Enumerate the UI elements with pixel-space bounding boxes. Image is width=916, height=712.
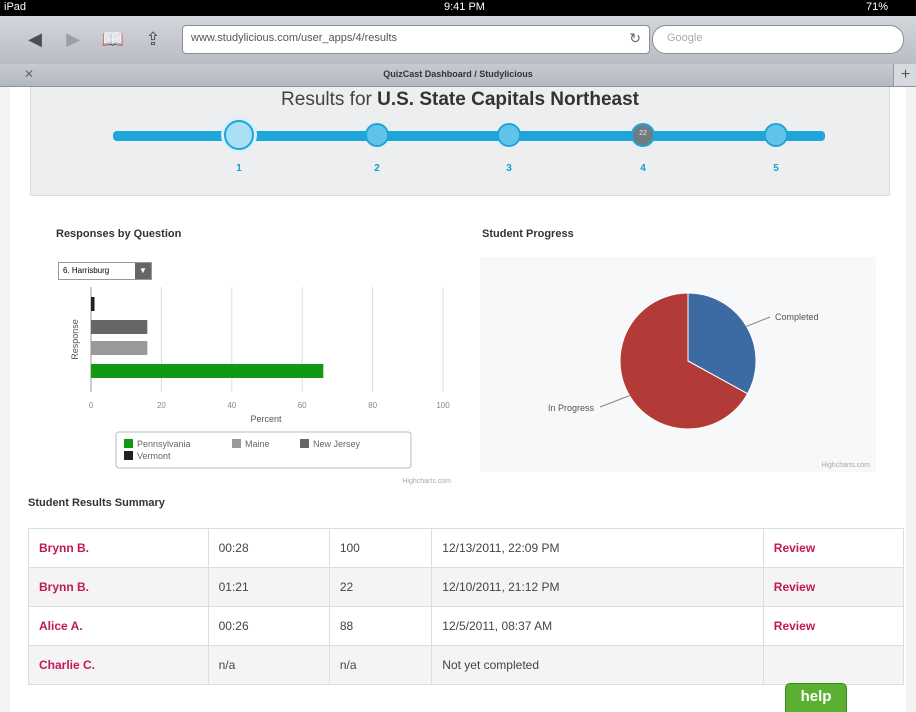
back-icon[interactable]: ◀ (22, 28, 48, 50)
score-cell: 100 (328, 528, 433, 568)
review-link (762, 645, 905, 685)
x-axis-label: Percent (250, 414, 282, 424)
search-field[interactable]: Google (652, 25, 904, 54)
time-cell: 00:26 (207, 606, 330, 646)
forward-icon[interactable]: ▶ (60, 28, 86, 50)
tab-bar: ✕ QuizCast Dashboard / Studylicious + (0, 64, 916, 87)
clock: 9:41 PM (444, 1, 485, 13)
time-cell: n/a (207, 645, 330, 685)
date-cell: Not yet completed (431, 645, 764, 685)
responses-bar-chart: 0 20 40 60 80 100 Percent Response Pennsylvania M… (70, 287, 451, 485)
pie-label: In Progress (548, 403, 595, 413)
student-name-cell[interactable]: Brynn B. (28, 567, 209, 607)
legend-swatch (124, 451, 133, 460)
pie-label: Completed (775, 312, 819, 322)
bar-maine (91, 341, 148, 355)
results-table: Brynn B. 00:28 100 12/13/2011, 22:09 PM Revi… (28, 528, 905, 685)
date-cell: 12/5/2011, 08:37 AM (431, 606, 764, 646)
tab-title: QuizCast Dashboard / Studylicious (383, 69, 533, 79)
student-name-cell[interactable]: Charlie C. (28, 645, 209, 685)
help-button[interactable]: help (785, 683, 847, 712)
student-name-cell[interactable]: Brynn B. (28, 528, 209, 568)
new-tab-icon[interactable]: + (893, 64, 916, 86)
time-cell: 00:28 (207, 528, 330, 568)
bookmarks-icon[interactable]: 📖 (100, 28, 126, 50)
x-tick-label: 20 (157, 401, 166, 410)
score-cell: 88 (328, 606, 433, 646)
table-row: Charlie C. n/a n/a Not yet completed (28, 645, 905, 685)
legend-box (115, 431, 412, 469)
quiz-name: U.S. State Capitals Northeast (377, 89, 639, 110)
browser-toolbar: ◀ ▶ 📖 ⇪ www.studylicious.com/user_apps/4… (0, 16, 916, 65)
legend-swatch (300, 439, 309, 448)
url-field[interactable]: www.studylicious.com/user_apps/4/results… (182, 25, 650, 54)
legend-swatch (124, 439, 133, 448)
share-icon[interactable]: ⇪ (140, 28, 166, 50)
step-5-node[interactable] (764, 123, 788, 147)
question-select[interactable]: 6. Harrisburg ▼ (58, 262, 152, 280)
pie-connector (746, 316, 771, 327)
chevron-down-icon[interactable]: ▼ (135, 263, 151, 279)
bar-new-jersey (91, 320, 148, 334)
reload-icon[interactable]: ↻ (629, 30, 641, 47)
chart-credit: Highcharts.com (821, 462, 870, 469)
step-1-label[interactable]: 1 (229, 163, 249, 174)
question-select-value: 6. Harrisburg (63, 266, 110, 275)
review-link[interactable]: Review (762, 528, 905, 568)
page-content: Results for U.S. State Capitals Northeas… (10, 87, 906, 712)
x-tick-label: 100 (436, 401, 450, 410)
table-row: Alice A. 00:26 88 12/5/2011, 08:37 AM Review (28, 606, 905, 646)
date-cell: 12/13/2011, 22:09 PM (431, 528, 764, 568)
url-text: www.studylicious.com/user_apps/4/results (191, 32, 398, 44)
search-placeholder: Google (667, 32, 703, 44)
step-3-label[interactable]: 3 (499, 163, 519, 174)
review-link[interactable]: Review (762, 606, 905, 646)
step-4-node[interactable]: 22 (631, 123, 655, 147)
progress-title: Student Progress (482, 228, 574, 240)
score-cell: n/a (328, 645, 433, 685)
carrier-label: iPad (4, 1, 27, 13)
legend-label: Vermont (137, 451, 171, 461)
table-row: Brynn B. 00:28 100 12/13/2011, 22:09 PM Revi… (28, 528, 905, 568)
battery-level: 71% (866, 1, 889, 13)
y-axis-label: Response (70, 319, 80, 360)
x-tick-label: 60 (298, 401, 307, 410)
review-link[interactable]: Review (762, 567, 905, 607)
step-track (113, 131, 825, 141)
bar-pennsylvania (91, 364, 324, 378)
bar-vermont (91, 297, 95, 311)
legend-label: Pennsylvania (137, 439, 191, 449)
page-title: Results for U.S. State Capitals Northeas… (31, 89, 889, 111)
summary-title: Student Results Summary (28, 497, 165, 509)
x-tick-label: 0 (89, 401, 94, 410)
chart-credit: Highcharts.com (402, 478, 451, 485)
status-bar: iPad 9:41 PM 71% (0, 0, 916, 16)
progress-pie-chart: Completed In Progress Highcharts.com (548, 292, 870, 469)
step-node-text: 22 (639, 130, 647, 137)
step-2-node[interactable] (365, 123, 389, 147)
x-tick-label: 80 (368, 401, 377, 410)
step-3-node[interactable] (497, 123, 521, 147)
x-tick-label: 40 (227, 401, 236, 410)
pie-connector (599, 395, 630, 408)
page-title-prefix: Results for (281, 89, 378, 110)
step-5-label[interactable]: 5 (766, 163, 786, 174)
step-4-label[interactable]: 4 (633, 163, 653, 174)
score-cell: 22 (328, 567, 433, 607)
date-cell: 12/10/2011, 21:12 PM (431, 567, 764, 607)
step-2-label[interactable]: 2 (367, 163, 387, 174)
student-name-cell[interactable]: Alice A. (28, 606, 209, 646)
legend-label: New Jersey (313, 439, 361, 449)
legend-label: Maine (245, 439, 270, 449)
table-row: Brynn B. 01:21 22 12/10/2011, 21:12 PM Revie… (28, 567, 905, 607)
time-cell: 01:21 (207, 567, 330, 607)
step-1-node[interactable] (224, 120, 254, 150)
legend-swatch (232, 439, 241, 448)
responses-title: Responses by Question (56, 228, 182, 240)
results-header: Results for U.S. State Capitals Northeas… (30, 87, 890, 196)
